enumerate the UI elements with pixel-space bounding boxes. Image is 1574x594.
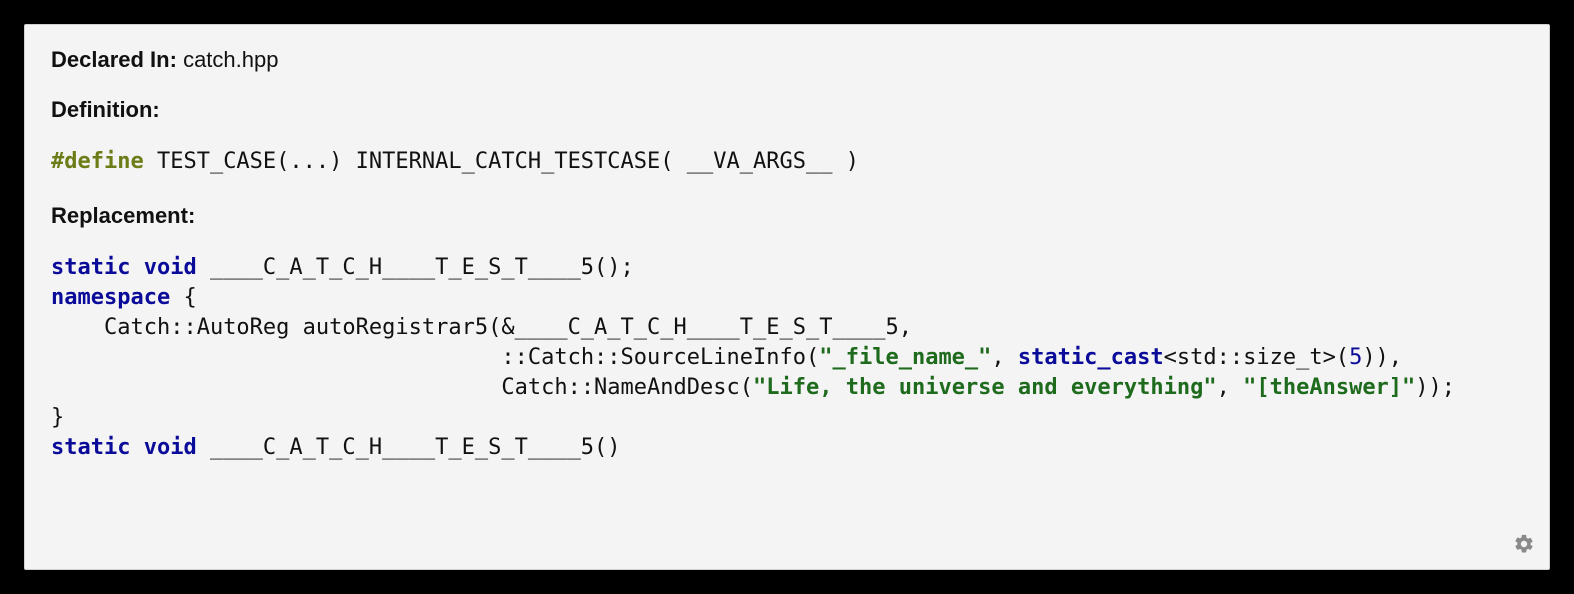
kw-static-cast: static_cast — [1018, 345, 1164, 370]
replacement-code: static void ____C_A_T_C_H____T_E_S_T____… — [51, 253, 1523, 463]
line2-rest: { — [170, 285, 197, 310]
declared-in-value: catch.hpp — [183, 47, 278, 72]
line5-mid: , — [1217, 375, 1244, 400]
definition-code: #define TEST_CASE(...) INTERNAL_CATCH_TE… — [51, 147, 1523, 177]
num-5: 5 — [1349, 345, 1362, 370]
line4-post: )), — [1362, 345, 1402, 370]
line5-pre: Catch::NameAndDesc( — [501, 375, 753, 400]
line3-text: Catch::AutoReg autoRegistrar5(&____C_A_T… — [104, 315, 912, 340]
token-define: #define — [51, 149, 144, 174]
kw-static-void-2: static void — [51, 435, 197, 460]
str-life: "Life, the universe and everything" — [753, 375, 1217, 400]
line5-indent — [51, 375, 501, 400]
line7-rest: ____C_A_T_C_H____T_E_S_T____5() — [197, 435, 621, 460]
str-file-name: "_file_name_" — [819, 345, 991, 370]
line5-post: )); — [1415, 375, 1455, 400]
definition-rest: TEST_CASE(...) INTERNAL_CATCH_TESTCASE( … — [144, 149, 859, 174]
line1-rest: ____C_A_T_C_H____T_E_S_T____5(); — [197, 255, 634, 280]
settings-button[interactable] — [1511, 533, 1537, 559]
tooltip-panel: Declared In: catch.hpp Definition: #defi… — [24, 24, 1550, 570]
kw-static-void-1: static void — [51, 255, 197, 280]
kw-namespace: namespace — [51, 285, 170, 310]
declared-in-line: Declared In: catch.hpp — [51, 47, 1523, 73]
line4-pre: ::Catch::SourceLineInfo( — [501, 345, 819, 370]
str-answer: "[theAnswer]" — [1243, 375, 1415, 400]
line4-indent — [51, 345, 501, 370]
definition-label: Definition: — [51, 97, 1523, 123]
declared-in-label: Declared In: — [51, 47, 177, 72]
line3-indent — [51, 315, 104, 340]
gear-icon — [1513, 533, 1535, 560]
line6-text: } — [51, 405, 64, 430]
line4-mid2: <std::size_t>( — [1164, 345, 1349, 370]
replacement-label: Replacement: — [51, 203, 1523, 229]
line4-mid1: , — [991, 345, 1018, 370]
